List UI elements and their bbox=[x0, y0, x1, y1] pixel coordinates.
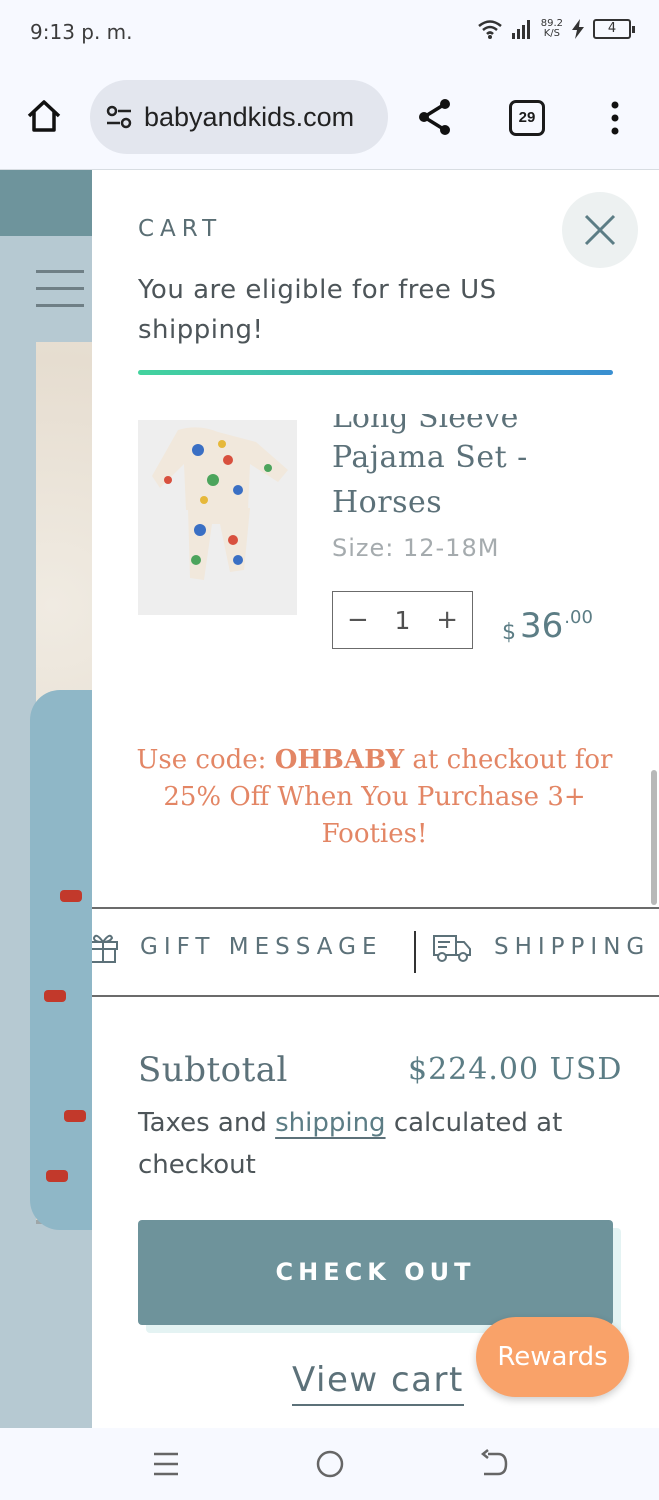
increase-quantity-button[interactable]: + bbox=[436, 605, 458, 635]
gift-message-label: GIFT MESSAGE bbox=[140, 934, 383, 960]
tax-note: Taxes and shipping calculated at checkou… bbox=[138, 1102, 618, 1186]
product-price: $36.00 bbox=[502, 606, 593, 646]
background-page bbox=[0, 170, 92, 1428]
shipping-progress-bar bbox=[138, 370, 613, 375]
rewards-button[interactable]: Rewards bbox=[476, 1317, 629, 1397]
tax-note-before: Taxes and bbox=[138, 1108, 276, 1138]
product-image[interactable] bbox=[138, 420, 297, 615]
close-cart-button[interactable] bbox=[562, 192, 638, 268]
background-pajama-image bbox=[30, 690, 92, 1230]
recent-apps-icon[interactable] bbox=[148, 1446, 184, 1482]
back-icon[interactable] bbox=[476, 1446, 512, 1482]
network-speed: 89.2 K/S bbox=[541, 19, 563, 39]
signal-icon bbox=[511, 20, 530, 39]
scrollbar-thumb[interactable] bbox=[651, 770, 657, 905]
price-amount: 36 bbox=[520, 606, 564, 646]
shipping-progress-fill bbox=[138, 370, 613, 375]
shipping-button[interactable]: SHIPPING bbox=[432, 931, 650, 963]
product-title-partial[interactable]: Long Sleeve bbox=[332, 414, 518, 435]
quantity-value[interactable]: 1 bbox=[395, 606, 411, 635]
charging-icon bbox=[572, 19, 584, 39]
quantity-stepper: − 1 + bbox=[332, 591, 473, 649]
system-nav-bar bbox=[0, 1428, 659, 1500]
site-settings-icon[interactable] bbox=[104, 102, 134, 132]
cart-title: CART bbox=[138, 216, 223, 242]
promo-message: Use code: OHBABY at checkout for 25% Off… bbox=[122, 742, 627, 853]
shipping-link[interactable]: shipping bbox=[275, 1108, 385, 1138]
free-shipping-message: You are eligible for free US shipping! bbox=[138, 275, 497, 345]
status-bar: 9:13 p. m. 89.2 K/S 4 bbox=[0, 0, 659, 64]
shipping-label: SHIPPING bbox=[494, 934, 651, 960]
background-header bbox=[0, 170, 92, 236]
more-options-icon[interactable] bbox=[603, 100, 627, 136]
status-time: 9:13 p. m. bbox=[30, 20, 133, 44]
tab-switcher-button[interactable]: 29 bbox=[509, 100, 545, 136]
price-currency: $ bbox=[502, 620, 516, 645]
promo-prefix: Use code: bbox=[136, 745, 275, 775]
home-icon[interactable] bbox=[24, 96, 64, 136]
close-icon bbox=[584, 214, 616, 246]
product-size: Size: 12-18M bbox=[332, 534, 500, 562]
promo-code: OHBABY bbox=[274, 745, 405, 775]
url-text: babyandkids.com bbox=[144, 101, 355, 132]
address-bar[interactable]: babyandkids.com bbox=[90, 80, 388, 154]
speed-unit: K/S bbox=[543, 28, 560, 39]
decrease-quantity-button[interactable]: − bbox=[347, 605, 369, 635]
cart-drawer: CART You are eligible for free US shippi… bbox=[92, 170, 659, 1428]
browser-toolbar: babyandkids.com 29 bbox=[0, 64, 659, 170]
subtotal-label: Subtotal bbox=[138, 1050, 288, 1090]
battery-icon: 4 bbox=[593, 19, 635, 39]
status-icons: 89.2 K/S 4 bbox=[477, 18, 635, 40]
share-icon[interactable] bbox=[414, 96, 456, 138]
gift-icon bbox=[92, 934, 118, 963]
gift-message-button[interactable]: GIFT MESSAGE bbox=[92, 931, 382, 963]
home-circle-icon[interactable] bbox=[312, 1446, 348, 1482]
truck-icon bbox=[433, 935, 471, 962]
cart-options-bar: GIFT MESSAGE SHIPPING bbox=[92, 907, 659, 997]
wifi-icon bbox=[477, 20, 502, 39]
view-cart-link[interactable]: View cart bbox=[292, 1360, 464, 1406]
product-title[interactable]: Pajama Set - Horses bbox=[332, 435, 592, 525]
hamburger-icon bbox=[36, 270, 84, 307]
checkout-button[interactable]: CHECK OUT bbox=[138, 1220, 613, 1325]
price-cents: .00 bbox=[564, 607, 593, 628]
subtotal-value: $224.00 USD bbox=[408, 1052, 623, 1087]
options-divider bbox=[414, 931, 416, 973]
pajama-set-image bbox=[138, 420, 297, 615]
